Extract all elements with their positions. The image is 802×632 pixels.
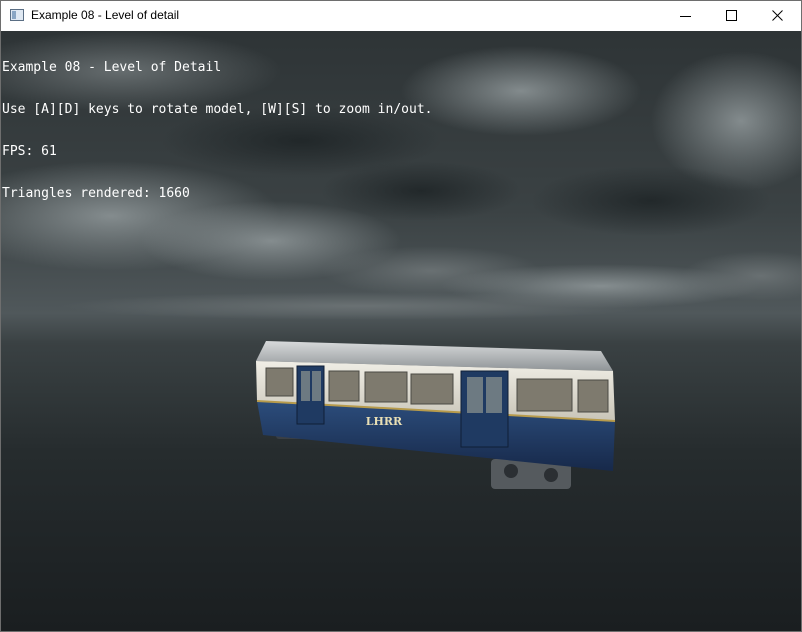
window-title: Example 08 - Level of detail: [31, 8, 180, 22]
overlay-triangles: Triangles rendered: 1660: [2, 186, 190, 201]
close-icon: [772, 10, 783, 21]
minimize-icon: [680, 16, 691, 17]
title-bar[interactable]: Example 08 - Level of detail: [1, 1, 801, 31]
close-button[interactable]: [755, 1, 801, 31]
app-window: Example 08 - Level of detail LHRR Exampl…: [0, 0, 802, 632]
render-viewport[interactable]: LHRR Example 08 - Level of Detail Use [A…: [1, 31, 801, 631]
app-window-icon: [10, 9, 24, 21]
info-overlay: Example 08 - Level of Detail Use [A][D] …: [2, 33, 432, 229]
overlay-title: Example 08 - Level of Detail: [2, 60, 222, 75]
tram-logo: LHRR: [366, 415, 403, 428]
minimize-button[interactable]: [663, 1, 709, 31]
overlay-fps: FPS: 61: [2, 144, 57, 159]
maximize-icon: [726, 10, 737, 21]
maximize-button[interactable]: [709, 1, 755, 31]
overlay-instructions: Use [A][D] keys to rotate model, [W][S] …: [2, 102, 433, 117]
